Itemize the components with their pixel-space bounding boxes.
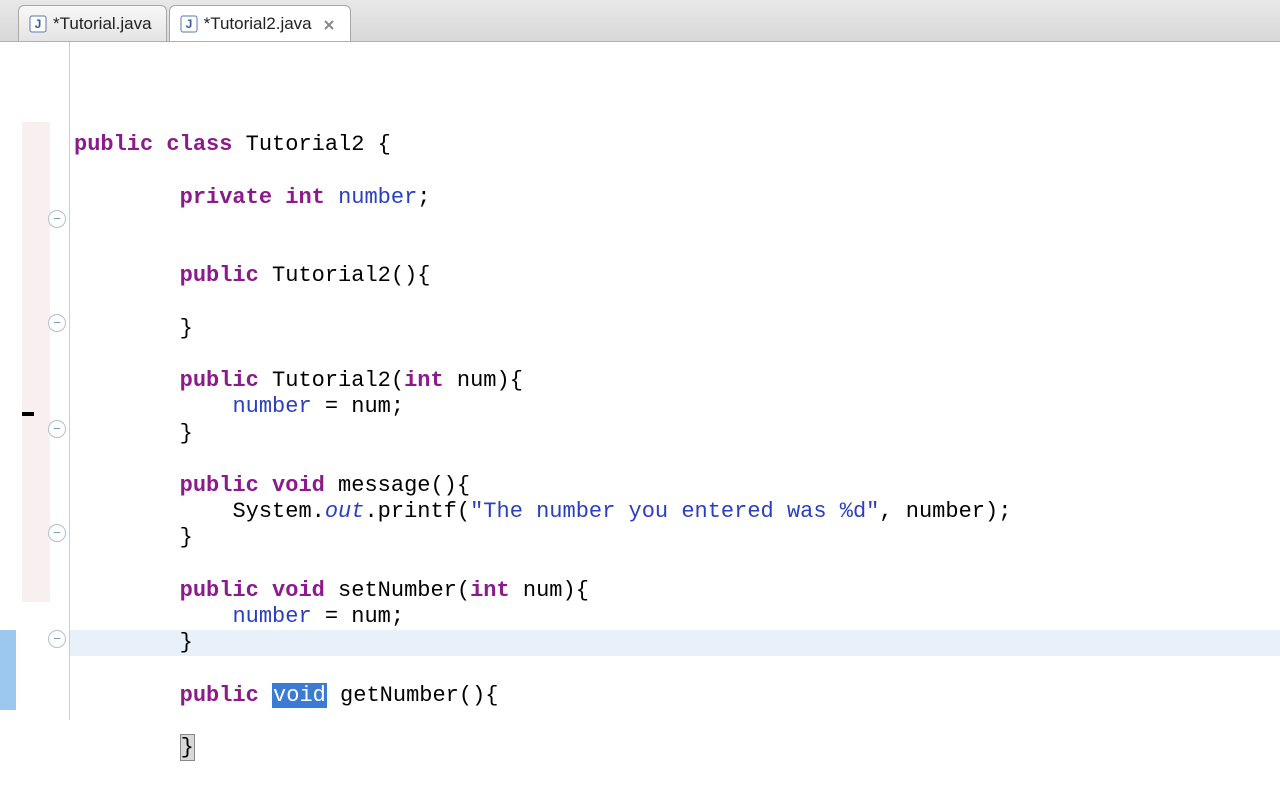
tab-tutorial[interactable]: J *Tutorial.java [18, 5, 167, 41]
code-line: number = num; [74, 604, 404, 629]
fold-toggle[interactable]: − [48, 314, 66, 332]
close-icon[interactable] [322, 17, 336, 31]
tab-label: *Tutorial.java [53, 14, 152, 34]
code-line [74, 709, 87, 734]
fold-toggle[interactable]: − [48, 630, 66, 648]
selected-text: void [272, 683, 327, 708]
code-line: public void message(){ [74, 473, 470, 498]
tab-tutorial2[interactable]: J *Tutorial2.java [169, 5, 351, 41]
fold-toggle[interactable]: − [48, 524, 66, 542]
code-line: private int number; [74, 185, 430, 210]
code-line: System.out.printf("The number you entere… [74, 499, 1011, 524]
code-line [74, 211, 87, 236]
code-area[interactable]: public class Tutorial2 { private int num… [70, 42, 1280, 720]
code-line: } [74, 630, 193, 655]
change-ruler [22, 122, 50, 602]
code-line [74, 342, 87, 367]
code-line: public Tutorial2(){ [74, 263, 430, 288]
java-file-icon: J [180, 15, 198, 33]
code-line: public void setNumber(int num){ [74, 578, 589, 603]
change-highlight [0, 630, 16, 710]
code-line [74, 237, 87, 262]
code-line: public Tutorial2(int num){ [74, 368, 523, 393]
code-line: public class Tutorial2 { [74, 132, 391, 157]
marker-bar [0, 42, 16, 720]
code-line [74, 447, 87, 472]
caret-marker [22, 412, 34, 416]
fold-toggle[interactable]: − [48, 420, 66, 438]
current-line-highlight [70, 630, 1280, 656]
code-line: } [74, 421, 193, 446]
svg-text:J: J [185, 17, 192, 31]
code-line: } [74, 525, 193, 550]
code-line: } [74, 316, 193, 341]
code-line [74, 159, 87, 184]
matching-brace: } [180, 734, 195, 761]
code-line: number = num; [74, 394, 404, 419]
code-line [74, 290, 87, 315]
svg-text:J: J [35, 17, 42, 31]
tab-bar: J *Tutorial.java J *Tutorial2.java [0, 0, 1280, 42]
code-line [74, 552, 87, 577]
code-line [74, 656, 87, 681]
fold-toggle[interactable]: − [48, 210, 66, 228]
code-editor[interactable]: − − − − − public class Tutorial2 { priva… [0, 42, 1280, 720]
gutter: − − − − − [0, 42, 70, 720]
tab-label: *Tutorial2.java [204, 14, 312, 34]
code-line: public void getNumber(){ [74, 683, 499, 708]
code-line: } [74, 734, 195, 761]
java-file-icon: J [29, 15, 47, 33]
